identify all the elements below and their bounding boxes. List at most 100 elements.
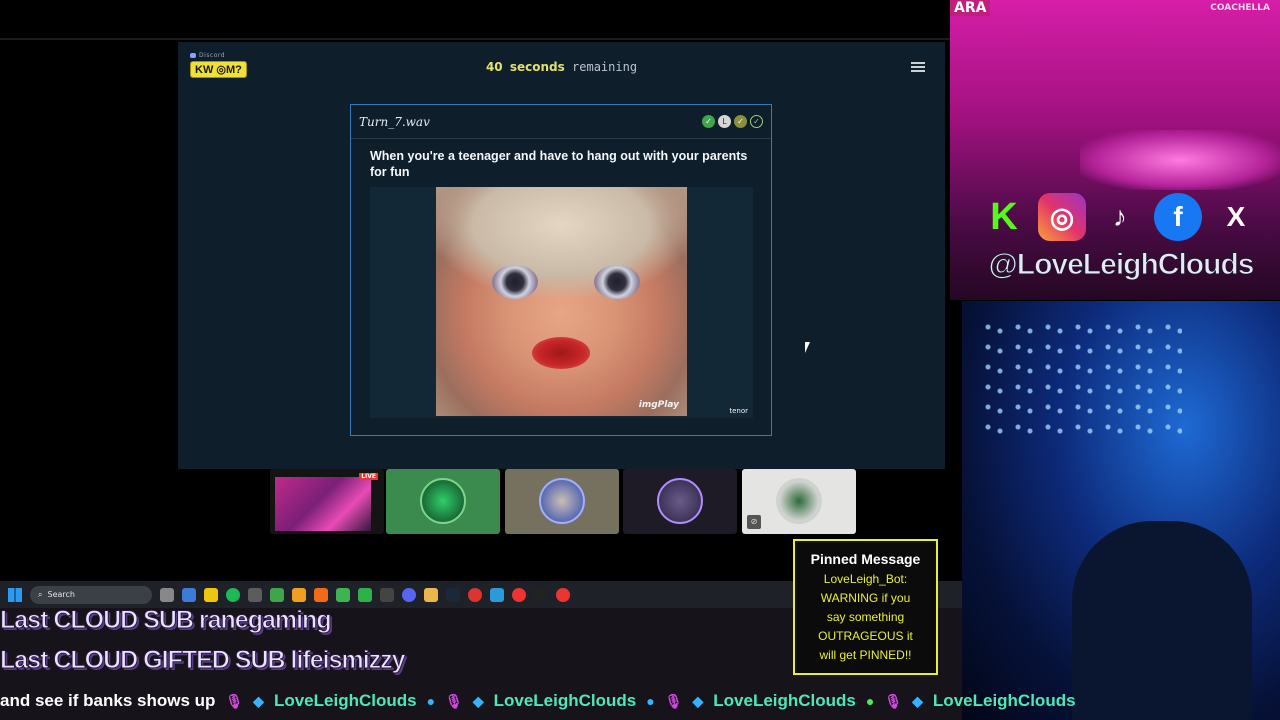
cloud-icon: ●	[646, 693, 655, 709]
card-header: Turn_7.wav ✓ L ✓ ✓	[351, 105, 771, 139]
timer-seconds: 40	[485, 60, 503, 74]
avatar	[539, 478, 585, 524]
timer-unit: seconds	[509, 60, 565, 74]
pinned-message: Pinned Message LoveLeigh_Bot: WARNING if…	[793, 539, 938, 675]
search-icon: ⌕	[38, 589, 43, 599]
cube-icon: ◆	[253, 692, 264, 709]
pinned-line: OUTRAGEOUS it	[818, 629, 913, 643]
gif-watermark: imgPlay	[638, 400, 679, 410]
prompt-text: When you're a teenager and have to hang …	[370, 149, 748, 179]
facebook-icon: f	[1154, 193, 1202, 241]
submission-card[interactable]: Turn_7.wav ✓ L ✓ ✓ When you're a teenage…	[350, 104, 772, 436]
stream-layout: Discord KW ◎M? 40 seconds remaining Turn…	[0, 0, 1280, 720]
ticker-name: LoveLeighClouds	[493, 691, 637, 710]
avatar	[776, 478, 822, 524]
countdown-timer: 40 seconds remaining	[178, 60, 945, 74]
participant-tile[interactable]	[386, 469, 500, 534]
tiktok-icon: ♪	[1113, 201, 1127, 232]
last-sub-label: Last CLOUD SUB ranegaming	[0, 606, 332, 635]
spotify-icon[interactable]	[226, 587, 240, 602]
minecraft-icon[interactable]	[270, 587, 284, 602]
hamburger-menu-icon[interactable]	[911, 62, 925, 72]
coachella-watermark: COACHELLA	[1210, 3, 1270, 13]
participant-tile[interactable]	[505, 469, 619, 534]
ticker-message: and see if banks shows up	[0, 691, 216, 710]
cube-icon: ◆	[912, 692, 923, 709]
emote-icon: ●	[865, 693, 875, 709]
mouse-cursor-icon	[805, 342, 810, 353]
play-icon[interactable]	[336, 587, 350, 602]
pinned-line: LoveLeigh_Bot:	[823, 572, 908, 586]
participant-tile[interactable]	[623, 469, 737, 534]
store-icon[interactable]	[490, 587, 504, 602]
chrome-icon[interactable]	[468, 587, 482, 602]
microphone-icon: 🎙	[664, 692, 683, 709]
discord-icon[interactable]	[402, 587, 416, 602]
live-badge: LIVE	[359, 473, 378, 480]
meme-gif-image: imgPlay	[436, 187, 687, 416]
epic-games-icon[interactable]	[380, 587, 394, 602]
kick-icon: K	[990, 195, 1018, 238]
discord-brand-label: Discord	[190, 52, 247, 59]
check-icon: ✓	[750, 115, 763, 128]
gif-eye-right	[594, 265, 640, 299]
pinned-body: LoveLeigh_Bot: WARNING if you say someth…	[795, 570, 936, 665]
microphone-icon: 🎙	[445, 692, 463, 709]
instagram-icon: ◎	[1038, 193, 1086, 241]
chat-ticker: and see if banks shows up 🎙 ◆ LoveLeighC…	[0, 688, 1280, 714]
task-view-icon[interactable]	[160, 587, 174, 602]
windows-start-icon[interactable]	[8, 587, 22, 602]
discord-activity-window: Discord KW ◎M? 40 seconds remaining Turn…	[178, 42, 945, 469]
vote-badge-icon: L	[718, 115, 731, 128]
sticky-notes-icon[interactable]	[204, 587, 218, 602]
event-tag: ARA	[950, 0, 991, 16]
roblox-icon[interactable]	[292, 587, 306, 602]
cube-icon: ◆	[692, 692, 704, 709]
fairy-lights	[982, 321, 1182, 441]
pinned-title: Pinned Message	[810, 551, 921, 567]
gif-credit: tenor	[729, 407, 748, 415]
avatar	[420, 478, 466, 524]
gif-mouth	[532, 337, 590, 369]
copilot-icon[interactable]	[182, 587, 196, 602]
last-gifted-sub-label: Last CLOUD GIFTED SUB lifeismizzy	[0, 646, 406, 675]
card-filename: Turn_7.wav	[359, 114, 430, 129]
steam-icon[interactable]	[446, 587, 460, 602]
microphone-icon: 🎙	[884, 692, 903, 709]
app-z-icon[interactable]	[358, 587, 372, 602]
ticker-name: LoveLeighClouds	[932, 691, 1076, 710]
social-icons: K ◎ ♪ f X	[980, 193, 1260, 241]
vote-badge-icon: ✓	[702, 115, 715, 128]
pinned-line: will get PINNED!!	[819, 648, 912, 662]
participant-tile[interactable]: ⊘	[742, 469, 856, 534]
taskbar-search[interactable]: ⌕ Search	[30, 585, 152, 604]
chrome-icon[interactable]	[556, 587, 570, 602]
gif-hair	[436, 187, 687, 297]
microphone-icon: 🎙	[225, 692, 244, 709]
capcut-icon[interactable]	[534, 587, 548, 602]
window-top-bar	[0, 0, 950, 40]
xbox-icon[interactable]	[248, 587, 262, 602]
x-icon: X	[1226, 201, 1246, 232]
muted-mic-icon: ⊘	[747, 515, 761, 529]
ticker-name: LoveLeighClouds	[713, 691, 856, 710]
chrome-icon[interactable]	[512, 587, 526, 602]
file-explorer-icon[interactable]	[424, 587, 438, 602]
webcam-feed	[962, 301, 1280, 720]
participant-tile-streamer[interactable]: LIVE	[270, 469, 384, 534]
pinned-line: say something	[826, 610, 905, 624]
stage-lights	[1080, 130, 1280, 190]
pinned-line: WARNING if you	[820, 591, 911, 605]
timer-suffix: remaining	[572, 60, 638, 74]
gif-container[interactable]: imgPlay tenor	[370, 187, 753, 418]
ticker-name: LoveLeighClouds	[273, 691, 417, 710]
vote-badge-icon: ✓	[734, 115, 747, 128]
avatar	[657, 478, 703, 524]
cloud-icon: ●	[426, 693, 436, 709]
gif-eye-left	[492, 265, 538, 299]
app-a-icon[interactable]	[314, 587, 328, 602]
cube-icon: ◆	[472, 692, 484, 709]
screen-share-preview	[275, 477, 371, 531]
social-handle: @LoveLeighClouds	[988, 248, 1255, 282]
vote-badges: ✓ L ✓ ✓	[702, 115, 763, 128]
